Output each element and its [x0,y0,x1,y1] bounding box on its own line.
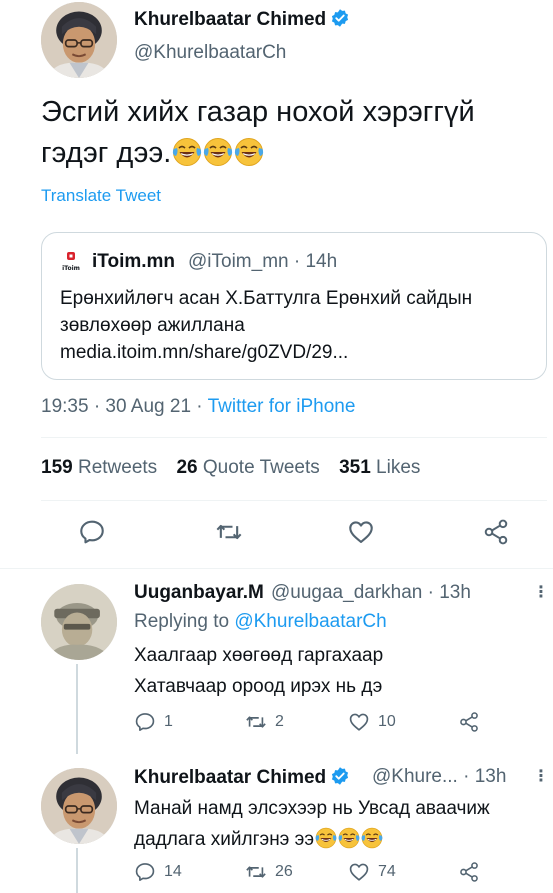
verified-badge-icon [330,8,350,28]
reply-avatar[interactable] [41,768,117,844]
joy-emoji-icon [338,827,360,849]
joy-emoji-icon [203,137,233,167]
quoted-tweet-text: Ерөнхийлөгч асан Х.Баттулга Ерөнхий сайд… [60,288,473,363]
replying-to: Replying to @KhurelbaatarCh [134,611,387,633]
reply-count: 14 [164,863,182,880]
tweet-source-link[interactable]: Twitter for iPhone [208,396,356,417]
replying-to-label: Replying to [134,611,235,632]
share-icon [458,711,480,733]
more-options-icon[interactable]: ⋮ [533,582,549,602]
quoted-author-meta: @iToim_mn · 14h [188,251,338,272]
divider [41,500,547,501]
joy-emoji-icon [234,137,264,167]
reply-author-name[interactable]: Khurelbaatar Chimed [134,767,326,788]
like-count: 10 [378,713,396,730]
reply-text: Хаалгаар хөөгөөд гаргахаар Хатавчаар оро… [134,640,544,702]
author-name-row[interactable]: Khurelbaatar Chimed [134,8,350,31]
likes-stat[interactable]: 351 Likes [339,457,420,478]
tweet-text: Эсгий хийх газар нохой хэрэггүй гэдэг дэ… [41,92,541,174]
retweet-count: 26 [275,863,293,880]
retweets-label: Retweets [77,457,158,478]
reply-icon [78,518,106,546]
reply-author-meta[interactable]: @Khure... · 13h [372,766,506,788]
reply-text-line: Манай намд элсэхээр нь Увсад аваачиж [134,798,490,819]
replying-to-mention[interactable]: @KhurelbaatarCh [234,611,386,632]
share-button[interactable] [458,711,480,735]
more-options-icon[interactable]: ⋮ [533,766,549,786]
like-button[interactable] [347,518,375,546]
like-icon [348,711,370,733]
retweet-icon [245,711,267,733]
reply-text-line: Хаалгаар хөөгөөд гаргахаар [134,645,384,666]
likes-label: Likes [376,457,421,478]
reply-text-line: дадлага хийлгэнэ ээ [134,829,315,850]
share-icon [482,518,510,546]
share-button[interactable] [458,861,480,885]
joy-emoji-icon [361,827,383,849]
reply-author-meta[interactable]: @uugaa_darkhan · 13h [271,582,471,604]
verified-badge-icon [330,766,350,786]
svg-text:iToim: iToim [62,265,80,272]
like-count: 74 [378,863,396,880]
share-icon [458,861,480,883]
reply-text-line: Хатавчаар ороод ирэх нь дэ [134,676,383,697]
joy-emoji-icon [172,137,202,167]
joy-emoji-icon [315,827,337,849]
retweets-count: 159 [41,457,73,478]
quotes-label: Quote Tweets [202,457,320,478]
reply-text: Манай намд элсэхээр нь Увсад аваачиж дад… [134,793,549,855]
retweet-count: 2 [275,713,284,730]
reply-author-name[interactable]: Uuganbayar.M [134,582,264,604]
retweet-button[interactable]: 2 [245,711,284,735]
reply-button[interactable]: 1 [134,711,173,735]
timestamp-text[interactable]: 19:35 · 30 Aug 21 · [41,396,208,417]
tweet-timestamp: 19:35 · 30 Aug 21 · Twitter for iPhone [41,396,355,418]
quotes-count: 26 [176,457,198,478]
reply-button[interactable] [78,518,106,546]
reply-button[interactable]: 14 [134,861,182,885]
likes-count: 351 [339,457,371,478]
reply-icon [134,711,156,733]
author-avatar[interactable] [41,2,117,78]
avatar-image [41,768,117,844]
retweet-button[interactable]: 26 [245,861,293,885]
like-icon [347,518,375,546]
tweet-stats: 159 Retweets 26 Quote Tweets 351 Likes [41,457,420,479]
like-button[interactable]: 74 [348,861,396,885]
retweet-icon [215,518,243,546]
author-name[interactable]: Khurelbaatar Chimed [134,9,326,30]
retweet-icon [245,861,267,883]
avatar-image [41,584,117,660]
translate-tweet-link[interactable]: Translate Tweet [41,186,161,206]
retweets-stat[interactable]: 159 Retweets [41,457,157,478]
thread-line [76,848,78,893]
share-button[interactable] [482,518,510,546]
divider [41,437,547,438]
reply-count: 1 [164,713,173,730]
like-icon [348,861,370,883]
quotes-stat[interactable]: 26 Quote Tweets [176,457,319,478]
reply-text-line-2: дадлага хийлгэнэ ээ [134,824,549,855]
thread-line [76,664,78,754]
quoted-author-name: iToim.mn [92,251,176,272]
itoim-logo-icon: iToim [62,252,80,272]
retweet-button[interactable] [215,518,243,546]
reply-avatar[interactable] [41,584,117,660]
reply-author-name-row[interactable]: Khurelbaatar Chimed [134,766,350,789]
author-handle[interactable]: @KhurelbaatarCh [134,42,286,64]
reply-icon [134,861,156,883]
tweet-actions [0,518,553,558]
avatar-image [41,2,117,78]
divider [0,568,553,569]
quoted-tweet-card[interactable]: iToim iToim.mn @iToim_mn · 14h Ерөнхийлө… [41,232,547,380]
like-button[interactable]: 10 [348,711,396,735]
